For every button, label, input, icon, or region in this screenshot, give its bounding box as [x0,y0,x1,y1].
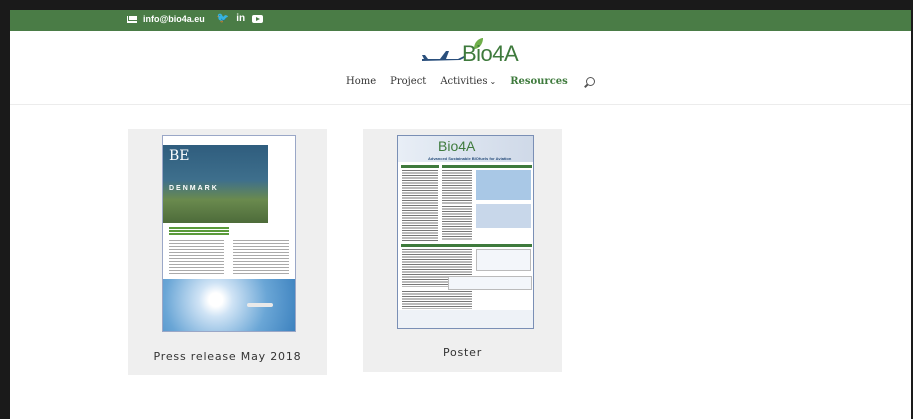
article-text-block [233,240,289,274]
nav-resources[interactable]: Resources [510,76,568,87]
mail-icon [127,15,137,23]
nav-project[interactable]: Project [390,76,426,87]
airplane-logo-icon [422,51,464,61]
card-caption[interactable]: Poster [363,346,562,359]
poster-map [476,170,531,200]
article-headline [169,227,229,235]
poster-thumbnail[interactable]: Bio4A Advanced Sustainable BIOfuels for … [397,135,534,329]
twitter-icon[interactable]: 🐦 [217,14,229,24]
youtube-icon[interactable] [252,15,264,23]
section-bar [442,165,532,168]
section-bar [401,165,439,168]
poster-logo: Bio4A [438,138,476,154]
logo-text: Bio4A [462,41,519,66]
airplane-image [247,303,273,307]
poster-graph [476,249,531,271]
poster-graph [448,276,532,290]
search-icon[interactable] [585,77,595,86]
poster-world-map [476,204,531,228]
poster-text-column [402,291,472,309]
press-release-thumbnail[interactable]: BE DENMARK [162,135,296,332]
social-links: 🐦 in [217,14,264,24]
nav-activities-label: Activities [440,76,488,87]
browser-viewport: info@bio4a.eu 🐦 in Bio4A Home Project Ac… [10,10,911,419]
site-logo[interactable]: Bio4A [420,38,525,69]
nav-home[interactable]: Home [346,76,376,87]
site-header: Bio4A Home Project Activities ⌄ Resources [10,31,911,105]
nav-activities[interactable]: Activities ⌄ [440,76,496,87]
contact-info: info@bio4a.eu 🐦 in [127,14,264,24]
poster-text-column [442,206,472,240]
resource-card-poster[interactable]: Bio4A Advanced Sustainable BIOfuels for … [363,129,562,372]
magazine-country: DENMARK [169,185,219,192]
chevron-down-icon: ⌄ [489,77,497,86]
section-bar [401,244,532,247]
email-link[interactable]: info@bio4a.eu [143,14,205,24]
poster-text-column [442,170,472,204]
article-text-block [169,240,224,274]
card-caption[interactable]: Press release May 2018 [128,350,327,363]
poster-footer [398,310,533,328]
poster-header: Bio4A Advanced Sustainable BIOfuels for … [398,136,533,162]
poster-text-column [402,170,438,242]
linkedin-icon[interactable]: in [236,14,245,24]
magazine-masthead: BE [169,148,190,164]
sky-photo [163,279,295,331]
resource-card-press-release[interactable]: BE DENMARK Press release May 2018 [128,129,327,375]
main-nav: Home Project Activities ⌄ Resources [346,76,595,87]
magazine-cover-photo: BE DENMARK [163,145,268,223]
top-contact-bar: info@bio4a.eu 🐦 in [10,10,911,31]
poster-subtitle: Advanced Sustainable BIOfuels for Aviati… [428,156,512,161]
